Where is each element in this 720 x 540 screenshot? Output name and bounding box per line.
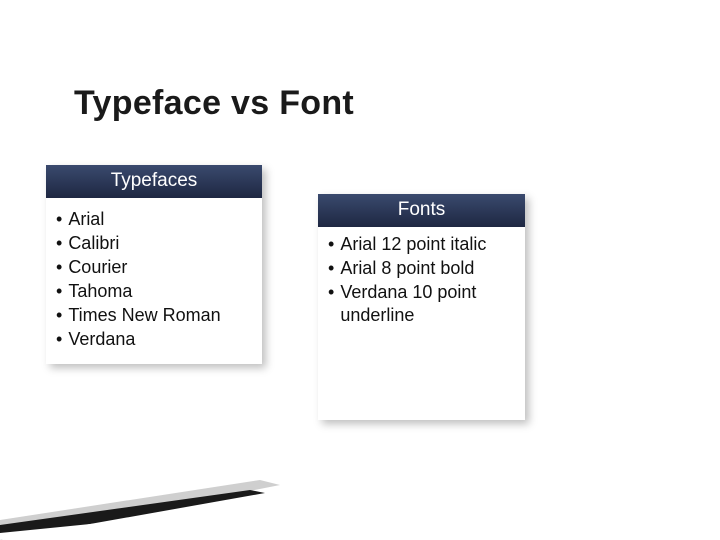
- fonts-list: • Arial 12 point italic • Arial 8 point …: [318, 227, 525, 420]
- typefaces-header: Typefaces: [46, 165, 262, 198]
- list-item-label: Verdana: [68, 328, 254, 351]
- list-item: • Arial: [56, 208, 254, 231]
- fonts-panel: Fonts • Arial 12 point italic • Arial 8 …: [318, 194, 525, 420]
- list-item: • Arial 12 point italic: [328, 233, 517, 256]
- list-item: • Courier: [56, 256, 254, 279]
- typefaces-panel: Typefaces • Arial • Calibri • Courier • …: [46, 165, 262, 364]
- bullet-icon: •: [56, 280, 62, 303]
- list-item-label: Arial 8 point bold: [340, 257, 517, 280]
- bullet-icon: •: [56, 304, 62, 327]
- typefaces-list: • Arial • Calibri • Courier • Tahoma • T…: [46, 198, 262, 364]
- list-item: • Calibri: [56, 232, 254, 255]
- list-item: • Verdana 10 point underline: [328, 281, 517, 327]
- list-item-label: Arial: [68, 208, 254, 231]
- list-item-label: Courier: [68, 256, 254, 279]
- bullet-icon: •: [328, 257, 334, 280]
- list-item-label: Times New Roman: [68, 304, 254, 327]
- bullet-icon: •: [56, 328, 62, 351]
- list-item: • Verdana: [56, 328, 254, 351]
- list-item: • Times New Roman: [56, 304, 254, 327]
- list-item-label: Calibri: [68, 232, 254, 255]
- slide: Typeface vs Font Typefaces • Arial • Cal…: [0, 0, 720, 540]
- bullet-icon: •: [56, 256, 62, 279]
- list-item-label: Arial 12 point italic: [340, 233, 517, 256]
- bullet-icon: •: [56, 232, 62, 255]
- list-item: • Arial 8 point bold: [328, 257, 517, 280]
- decorative-wedge-icon: [0, 450, 280, 540]
- list-item: • Tahoma: [56, 280, 254, 303]
- bullet-icon: •: [56, 208, 62, 231]
- bullet-icon: •: [328, 281, 334, 304]
- slide-title: Typeface vs Font: [74, 84, 354, 123]
- list-item-label: Tahoma: [68, 280, 254, 303]
- fonts-header: Fonts: [318, 194, 525, 227]
- list-item-label: Verdana 10 point underline: [340, 281, 517, 327]
- bullet-icon: •: [328, 233, 334, 256]
